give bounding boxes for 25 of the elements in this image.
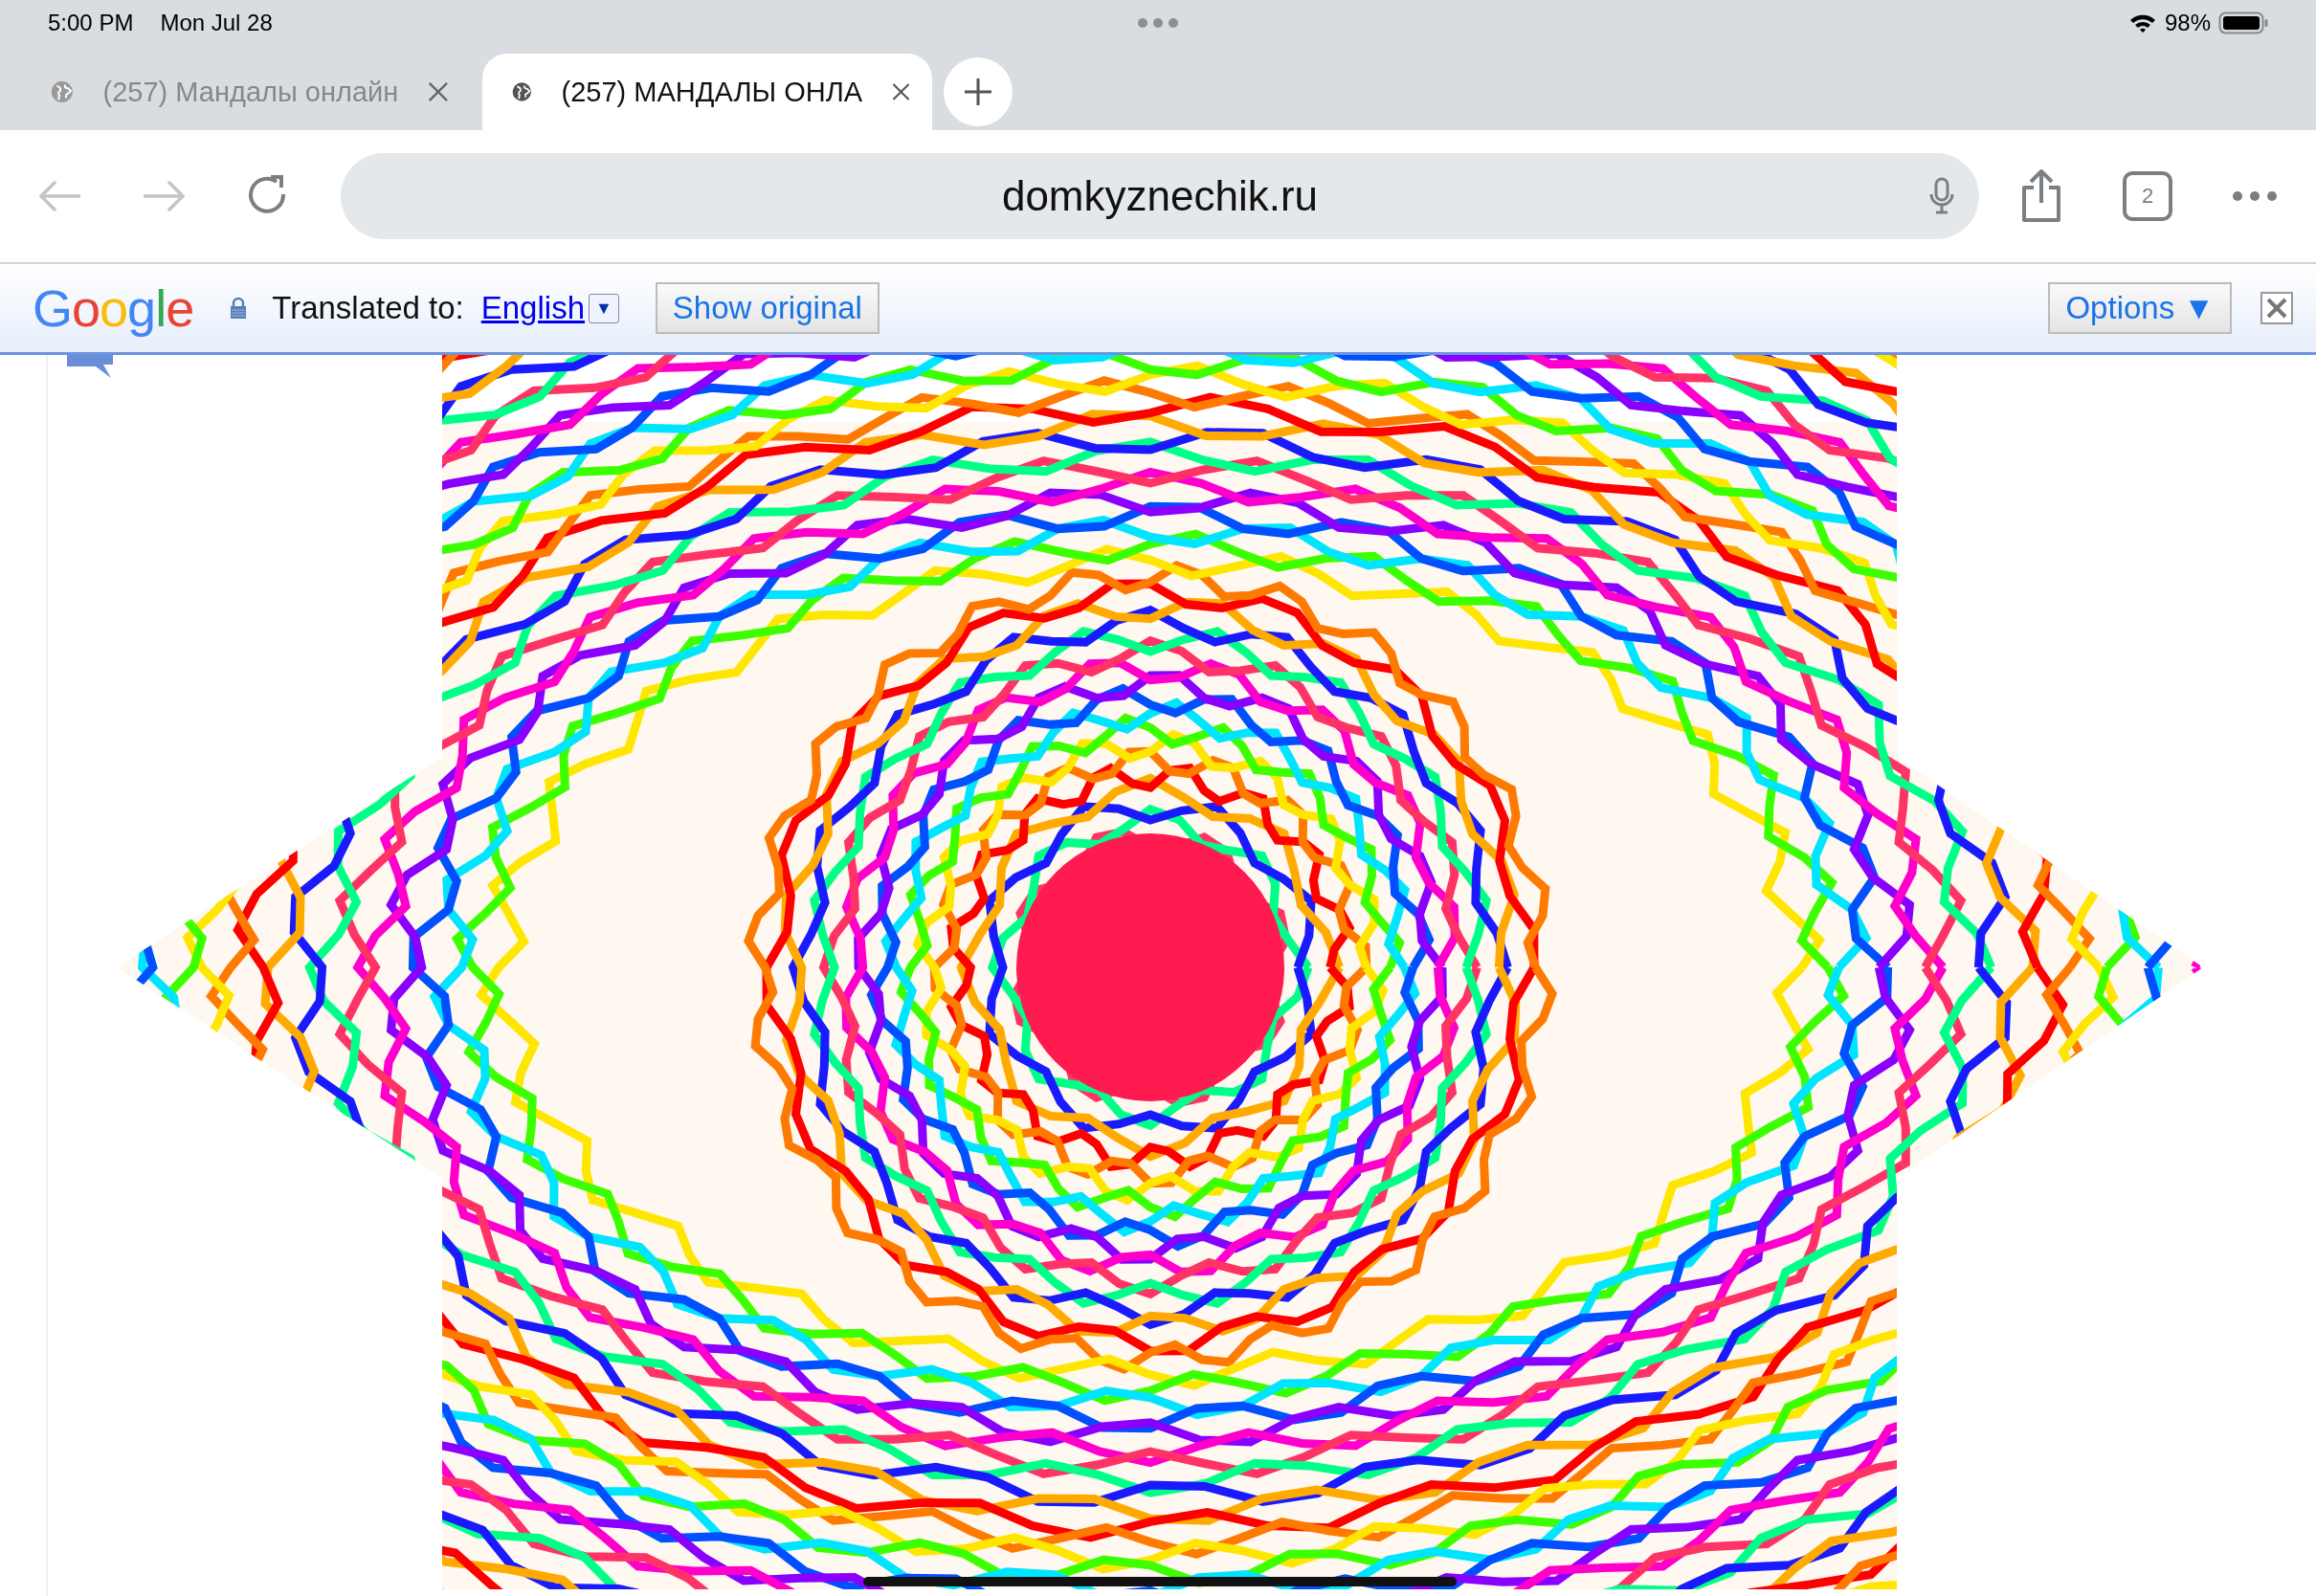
tab-title: (257) МАНДАЛЫ ОНЛА bbox=[561, 76, 863, 108]
tab-title: (257) Мандалы онлайн bbox=[102, 76, 399, 108]
multitask-dots-icon[interactable] bbox=[1137, 17, 1179, 29]
more-icon[interactable] bbox=[2232, 190, 2278, 202]
globe-icon bbox=[50, 78, 75, 105]
microphone-icon[interactable] bbox=[1929, 177, 1954, 215]
show-original-button[interactable]: Show original bbox=[655, 282, 880, 334]
close-icon[interactable] bbox=[2260, 292, 2293, 324]
tab-count-button[interactable]: 2 bbox=[2123, 171, 2172, 221]
battery-icon bbox=[2218, 11, 2268, 34]
browser-tab[interactable]: (257) МАНДАЛЫ ОНЛА bbox=[482, 54, 932, 130]
google-logo: Google bbox=[33, 278, 194, 338]
translated-label: Translated to: bbox=[272, 290, 464, 326]
share-icon[interactable] bbox=[2019, 168, 2063, 224]
language-dropdown[interactable]: ▼ bbox=[589, 293, 619, 323]
plus-icon bbox=[963, 77, 993, 107]
battery-percent: 98% bbox=[2164, 10, 2211, 36]
language-link[interactable]: English bbox=[480, 290, 585, 326]
status-date: Mon Jul 28 bbox=[160, 10, 273, 36]
status-time: 5:00 PM bbox=[48, 10, 134, 36]
url-text: domkyznechik.ru bbox=[1001, 172, 1319, 220]
lock-icon bbox=[230, 297, 248, 320]
address-bar[interactable]: domkyznechik.ru bbox=[341, 153, 1979, 239]
close-icon[interactable] bbox=[427, 79, 450, 104]
options-button[interactable]: Options ▼ bbox=[2048, 282, 2232, 334]
